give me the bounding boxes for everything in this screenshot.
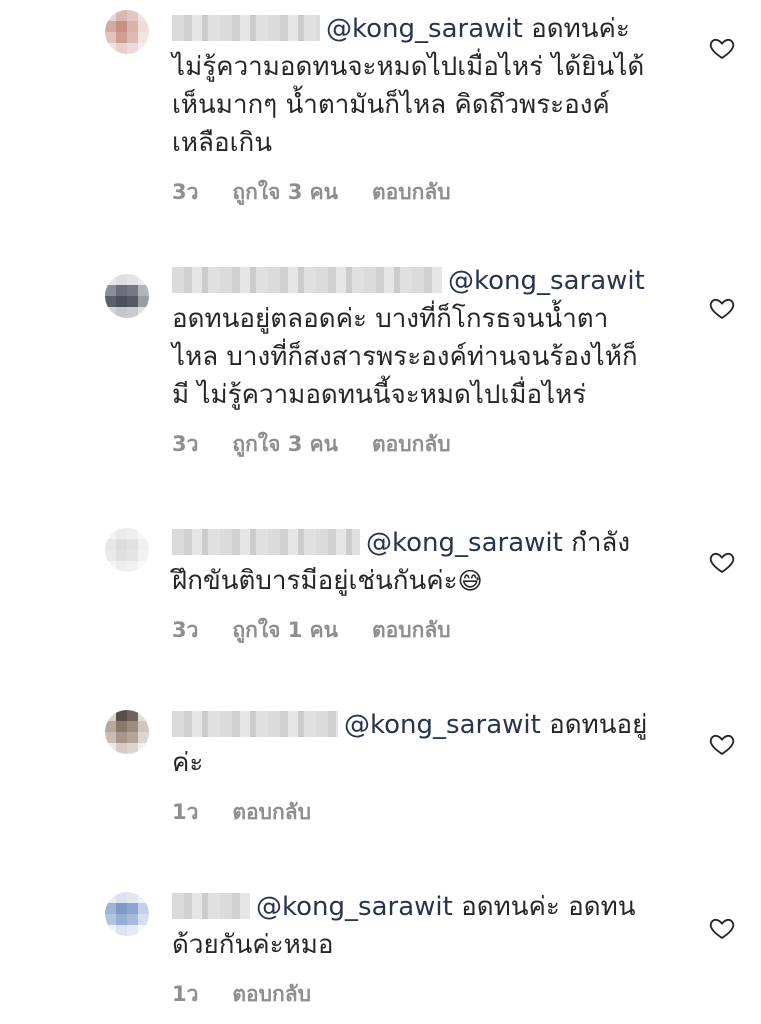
mention-link[interactable]: @kong_sarawit — [448, 266, 645, 296]
comment-text: @kong_sarawit อดทนค่ะ อดทนด้วยกันค่ะหมอ — [172, 888, 652, 964]
mention-link[interactable]: @kong_sarawit — [326, 14, 523, 44]
comment-time: 3ว — [172, 618, 199, 642]
avatar[interactable] — [105, 274, 149, 318]
comment-meta: 1ว ตอบกลับ — [172, 978, 652, 1011]
likes-count[interactable]: ถูกใจ 1 คน — [232, 614, 338, 647]
comment-text: @kong_sarawit อดทนอยู่ตลอดค่ะ บางที่ก็โก… — [172, 262, 652, 414]
username-blurred[interactable] — [172, 711, 338, 737]
heart-outline-icon[interactable] — [708, 294, 736, 322]
comment-time: 3ว — [172, 180, 199, 204]
comment-meta: 3ว ถูกใจ 1 คน ตอบกลับ — [172, 614, 652, 647]
avatar[interactable] — [105, 10, 149, 54]
comment-meta: 3ว ถูกใจ 3 คน ตอบกลับ — [172, 428, 652, 461]
reply-button[interactable]: ตอบกลับ — [232, 978, 311, 1011]
heart-outline-icon[interactable] — [708, 730, 736, 758]
avatar[interactable] — [105, 528, 149, 572]
avatar[interactable] — [105, 892, 149, 936]
reply-button[interactable]: ตอบกลับ — [372, 176, 451, 209]
username-blurred[interactable] — [172, 529, 360, 555]
comment-time: 3ว — [172, 432, 199, 456]
heart-outline-icon[interactable] — [708, 34, 736, 62]
reply-button[interactable]: ตอบกลับ — [372, 614, 451, 647]
mention-link[interactable]: @kong_sarawit — [344, 710, 541, 740]
mention-link[interactable]: @kong_sarawit — [366, 528, 563, 558]
comment-text: @kong_sarawit อดทนค่ะ ไม่รู้ความอดทนจะหม… — [172, 10, 652, 162]
heart-outline-icon[interactable] — [708, 914, 736, 942]
comment-time: 1ว — [172, 800, 199, 824]
sweat-smile-emoji: 😅 — [457, 567, 483, 595]
comment-time: 1ว — [172, 982, 199, 1006]
likes-count[interactable]: ถูกใจ 3 คน — [232, 176, 338, 209]
comment-meta: 1ว ตอบกลับ — [172, 796, 652, 829]
username-blurred[interactable] — [172, 267, 442, 293]
mention-link[interactable]: @kong_sarawit — [256, 892, 453, 922]
heart-outline-icon[interactable] — [708, 548, 736, 576]
likes-count[interactable]: ถูกใจ 3 คน — [232, 428, 338, 461]
comment-meta: 3ว ถูกใจ 3 คน ตอบกลับ — [172, 176, 652, 209]
username-blurred[interactable] — [172, 893, 250, 919]
comment-thread: @kong_sarawit อดทนค่ะ ไม่รู้ความอดทนจะหม… — [0, 0, 761, 1024]
avatar[interactable] — [105, 710, 149, 754]
reply-button[interactable]: ตอบกลับ — [372, 428, 451, 461]
username-blurred[interactable] — [172, 15, 320, 41]
reply-button[interactable]: ตอบกลับ — [232, 796, 311, 829]
comment-text: @kong_sarawit อดทนอยู่ค่ะ — [172, 706, 652, 782]
comment-text: @kong_sarawit กำลังฝึกขันติบารมีอยู่เช่น… — [172, 524, 652, 600]
comment-body: อดทนอยู่ตลอดค่ะ บางที่ก็โกรธจนน้ำตาไหล บ… — [172, 304, 638, 410]
